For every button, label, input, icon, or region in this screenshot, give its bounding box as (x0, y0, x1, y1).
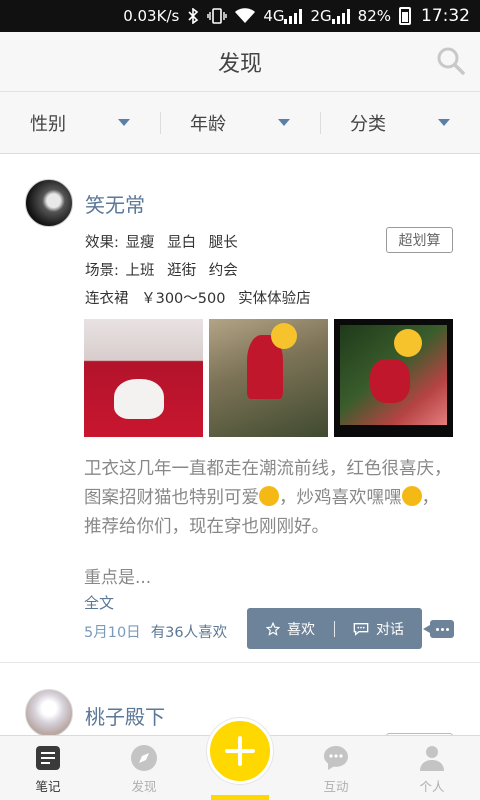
caret-down-icon (278, 119, 290, 126)
page-title: 发现 (217, 51, 262, 77)
effect-tag: 腿长 (208, 235, 238, 251)
photo-gallery (84, 319, 453, 437)
network-speed: 0.03K/s (123, 7, 180, 25)
emoji-sticker-icon (394, 329, 422, 357)
filter-category[interactable]: 分类 (320, 92, 480, 153)
signal-4g-bars-icon (284, 8, 303, 24)
chat-button-label: 对话 (376, 621, 404, 638)
post-text-part: ，炒鸡喜欢嘿嘿 (279, 488, 402, 508)
tab-notes[interactable]: 笔记 (0, 736, 96, 800)
scene-tag: 约会 (208, 263, 238, 279)
effects-label: 效果: (85, 235, 119, 251)
app-header: 发现 (0, 32, 480, 92)
avatar[interactable] (25, 179, 73, 227)
status-bar: 0.03K/s 4G 2G 82% 17:32 (0, 0, 480, 32)
caret-down-icon (118, 119, 130, 126)
like-count[interactable]: 有36人喜欢 (151, 625, 227, 641)
person-icon (420, 746, 444, 771)
filter-age-label: 年龄 (190, 113, 226, 135)
caret-down-icon (438, 119, 450, 126)
scenes-row: 场景: 上班 逛街 约会 (85, 259, 246, 280)
plus-icon (225, 736, 255, 766)
search-icon[interactable] (436, 46, 466, 76)
network-2g-label: 2G (310, 7, 332, 25)
tab-discover-label: 发现 (131, 779, 157, 794)
action-divider (334, 620, 335, 637)
create-post-button[interactable] (207, 718, 273, 784)
smile-emoji-icon (401, 486, 422, 506)
compass-icon (131, 745, 157, 771)
post-username[interactable]: 桃子殿下 (85, 701, 165, 730)
filter-age[interactable]: 年龄 (160, 92, 320, 153)
post-body: 卫衣这几年一直都走在潮流前线，红色很喜庆，图案招财猫也特别可爱 ，炒鸡喜欢嘿嘿 ，推… (84, 455, 456, 542)
signal-2g-bars-icon (331, 8, 350, 24)
post-meta: 5月10日 有36人喜欢 (84, 621, 227, 642)
vibrate-icon (207, 8, 228, 24)
effects-row: 效果: 显瘦 显白 腿长 (85, 231, 246, 252)
post-photo[interactable] (209, 319, 328, 437)
post-photo[interactable] (84, 319, 203, 437)
avatar[interactable] (25, 689, 73, 735)
emoji-sticker-icon (271, 323, 297, 349)
tab-profile[interactable]: 个人 (384, 736, 480, 800)
tab-discover[interactable]: 发现 (96, 736, 192, 800)
post-date: 5月10日 (84, 625, 141, 641)
post-username[interactable]: 笑无常 (85, 189, 145, 218)
smile-emoji-icon (259, 486, 279, 506)
effect-tag: 显瘦 (125, 235, 155, 251)
filter-gender-label: 性别 (30, 113, 66, 135)
action-bar: 喜欢 对话 (247, 608, 422, 649)
signal-2g: 2G (310, 7, 350, 25)
scene-tag: 逛街 (167, 263, 197, 279)
tab-notes-label: 笔记 (35, 779, 61, 794)
battery-icon (399, 7, 411, 25)
fab-indicator (211, 795, 269, 800)
message-icon (324, 746, 348, 770)
filter-bar: 性别 年龄 分类 (0, 92, 480, 154)
post-card: 笑无常 超划算 效果: 显瘦 显白 腿长 场景: 上班 逛街 约会 连衣裙 ￥3… (0, 155, 480, 663)
tab-profile-label: 个人 (419, 779, 445, 794)
battery-percent: 82% (357, 7, 391, 25)
tab-interact-label: 互动 (323, 779, 349, 794)
star-icon (266, 621, 280, 636)
post-highlight: 重点是... (84, 568, 152, 588)
deal-badge: 超划算 (386, 227, 453, 253)
like-button-label: 喜欢 (287, 621, 315, 638)
price-range: ￥300～500 (141, 291, 226, 307)
network-4g-label: 4G (263, 7, 285, 25)
filter-category-label: 分类 (350, 113, 386, 135)
filter-gender[interactable]: 性别 (0, 92, 160, 153)
store-type: 实体体验店 (238, 291, 311, 307)
product-type: 连衣裙 (85, 291, 129, 307)
chat-button[interactable]: 对话 (335, 619, 422, 639)
scene-tag: 上班 (125, 263, 155, 279)
effect-tag: 显白 (167, 235, 197, 251)
post-photo[interactable] (334, 319, 453, 437)
signal-4g: 4G (263, 7, 303, 25)
wifi-icon (235, 8, 256, 24)
more-options-icon[interactable] (423, 620, 454, 638)
bluetooth-icon (187, 8, 199, 24)
read-full-link[interactable]: 全文 (84, 592, 114, 613)
chat-bubble-icon (353, 622, 369, 636)
product-row: 连衣裙 ￥300～500 实体体验店 (85, 287, 319, 308)
like-button[interactable]: 喜欢 (247, 619, 334, 639)
scenes-label: 场景: (85, 263, 119, 279)
tab-interact[interactable]: 互动 (288, 736, 384, 800)
clock: 17:32 (421, 6, 470, 26)
notes-icon (36, 746, 60, 770)
